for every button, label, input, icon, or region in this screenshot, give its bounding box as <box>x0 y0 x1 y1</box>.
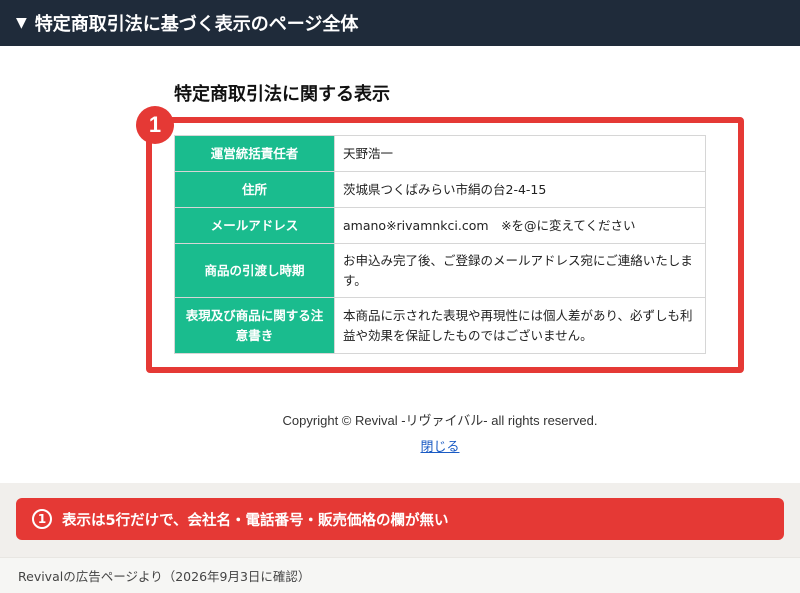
row-value: 本商品に示された表現や再現性には個人差があり、必ずしも利益や効果を保証したもので… <box>334 297 706 354</box>
table-row: 住所 茨城県つくばみらい市絹の台2-4-15 <box>174 171 706 208</box>
note-text: 表示は5行だけで、会社名・電話番号・販売価格の欄が無い <box>62 512 449 529</box>
triangle-down-icon: ▼ <box>16 15 27 31</box>
row-value: 茨城県つくばみらい市絹の台2-4-15 <box>334 171 706 208</box>
row-value: 天野浩一 <box>334 135 706 172</box>
row-value: お申込み完了後、ご登録のメールアドレス宛にご連絡いたします。 <box>334 243 706 298</box>
table-row: 表現及び商品に関する注意書き 本商品に示された表現や再現性には個人差があり、必ず… <box>174 297 706 354</box>
page-title: 特定商取引法に関する表示 <box>174 84 390 105</box>
row-label: メールアドレス <box>174 207 335 244</box>
row-label: 商品の引渡し時期 <box>174 243 335 298</box>
note-callout: 1 表示は5行だけで、会社名・電話番号・販売価格の欄が無い <box>16 498 784 540</box>
note-number-icon: 1 <box>32 509 52 529</box>
copyright-text: Copyright © Revival -リヴァイバル- all rights … <box>282 413 598 428</box>
section-header[interactable]: ▼ 特定商取引法に基づく表示のページ全体 <box>0 0 800 46</box>
source-caption: Revivalの広告ページより（2026年9月3日に確認） <box>0 557 800 593</box>
close-link[interactable]: 閉じる <box>0 436 800 455</box>
row-value: amano※rivamnkci.com ※を@に変えてください <box>334 207 706 244</box>
row-label: 運営統括責任者 <box>174 135 335 172</box>
table-row: 商品の引渡し時期 お申込み完了後、ご登録のメールアドレス宛にご連絡いたします。 <box>174 243 706 298</box>
table-row: 運営統括責任者 天野浩一 <box>174 135 706 172</box>
disclosure-table: 運営統括責任者 天野浩一 住所 茨城県つくばみらい市絹の台2-4-15 メールア… <box>174 135 706 354</box>
number-badge: 1 <box>136 106 174 144</box>
section-title: 特定商取引法に基づく表示のページ全体 <box>34 14 359 35</box>
caption-text: Revivalの広告ページより（2026年9月3日に確認） <box>18 569 311 584</box>
table-row: メールアドレス amano※rivamnkci.com ※を@に変えてください <box>174 207 706 244</box>
row-label: 住所 <box>174 171 335 208</box>
row-label: 表現及び商品に関する注意書き <box>174 297 335 354</box>
